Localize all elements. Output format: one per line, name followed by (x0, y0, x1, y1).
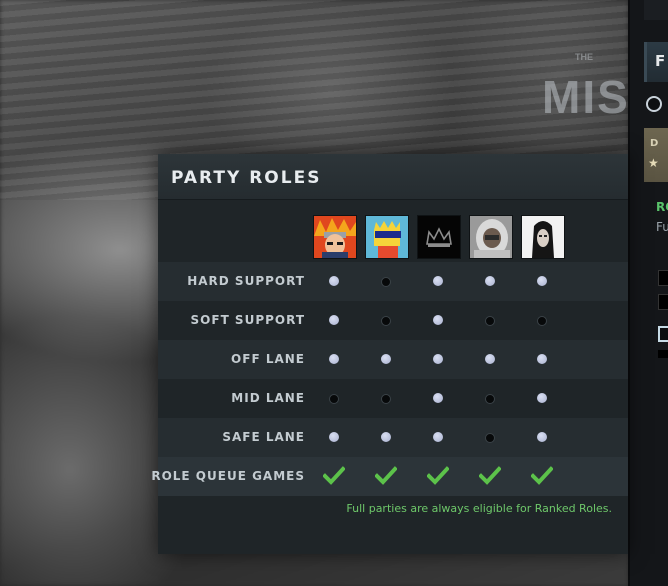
role-label: SOFT SUPPORT (190, 313, 305, 327)
checkmark-icon (479, 466, 501, 485)
side-panel-top (644, 0, 668, 20)
side-panel-tab-letter: F (655, 52, 666, 70)
party-roles-header: PARTY ROLES (158, 154, 628, 200)
role-eligible-dot[interactable] (485, 354, 495, 364)
role-eligible-dot[interactable] (329, 315, 339, 325)
role-eligible-dot[interactable] (433, 432, 443, 442)
checkmark-icon (531, 466, 553, 485)
side-panel-checkbox[interactable] (658, 270, 668, 286)
role-eligible-dot[interactable] (537, 432, 547, 442)
role-ineligible-dot[interactable] (329, 394, 339, 404)
side-panel-tab[interactable]: F (644, 42, 668, 82)
role-ineligible-dot[interactable] (381, 316, 391, 326)
role-eligible-dot[interactable] (329, 354, 339, 364)
side-panel-radio[interactable] (646, 96, 662, 112)
panel-title: PARTY ROLES (171, 168, 322, 188)
party-roles-panel: PARTY ROLES Full parties are always elig… (151, 154, 628, 554)
role-label: MID LANE (231, 391, 305, 405)
eligibility-note: Full parties are always eligible for Ran… (346, 502, 612, 515)
side-panel-gold-card[interactable]: D ★ (644, 128, 668, 182)
role-ineligible-dot[interactable] (537, 316, 547, 326)
side-panel-checkbox[interactable] (658, 294, 668, 310)
player-1-avatar[interactable] (313, 215, 357, 259)
role-ineligible-dot[interactable] (485, 433, 495, 443)
role-ineligible-dot[interactable] (485, 316, 495, 326)
role-row: SAFE LANE (158, 418, 628, 457)
side-panel-green-text: RO (656, 200, 668, 214)
role-ineligible-dot[interactable] (381, 277, 391, 287)
role-queue-games-row: ROLE QUEUE GAMES (151, 457, 628, 496)
role-label: SAFE LANE (222, 430, 305, 444)
role-queue-games-label: ROLE QUEUE GAMES (151, 469, 305, 483)
role-eligible-dot[interactable] (433, 276, 443, 286)
role-row: OFF LANE (158, 340, 628, 379)
player-2-avatar[interactable] (365, 215, 409, 259)
role-eligible-dot[interactable] (537, 276, 547, 286)
role-eligible-dot[interactable] (381, 432, 391, 442)
right-side-panel: F D ★ RO Fu (628, 0, 668, 586)
player-4-avatar[interactable] (469, 215, 513, 259)
role-label: HARD SUPPORT (187, 274, 305, 288)
role-row: MID LANE (158, 379, 628, 418)
role-eligible-dot[interactable] (485, 276, 495, 286)
role-row: SOFT SUPPORT (158, 301, 628, 340)
player-5-avatar[interactable] (521, 215, 565, 259)
role-ineligible-dot[interactable] (381, 394, 391, 404)
star-icon: ★ (648, 156, 659, 170)
role-eligible-dot[interactable] (329, 432, 339, 442)
background-watermark-small: THE (575, 52, 593, 62)
role-label: OFF LANE (231, 352, 305, 366)
checkmark-icon (427, 466, 449, 485)
side-panel-checkbox-selected[interactable] (658, 326, 668, 342)
role-eligible-dot[interactable] (381, 354, 391, 364)
role-eligible-dot[interactable] (537, 393, 547, 403)
role-eligible-dot[interactable] (329, 276, 339, 286)
checkmark-icon (375, 466, 397, 485)
player-3-avatar[interactable] (417, 215, 461, 259)
role-eligible-dot[interactable] (433, 354, 443, 364)
checkmark-icon (323, 466, 345, 485)
side-panel-gold-letter: D (650, 138, 659, 149)
role-eligible-dot[interactable] (537, 354, 547, 364)
role-eligible-dot[interactable] (433, 393, 443, 403)
role-eligible-dot[interactable] (433, 315, 443, 325)
background-watermark: MIS (542, 71, 630, 123)
side-panel-checkbox[interactable] (658, 350, 668, 358)
role-row: HARD SUPPORT (158, 262, 628, 301)
role-ineligible-dot[interactable] (485, 394, 495, 404)
side-panel-grey-text: Fu (656, 220, 668, 234)
